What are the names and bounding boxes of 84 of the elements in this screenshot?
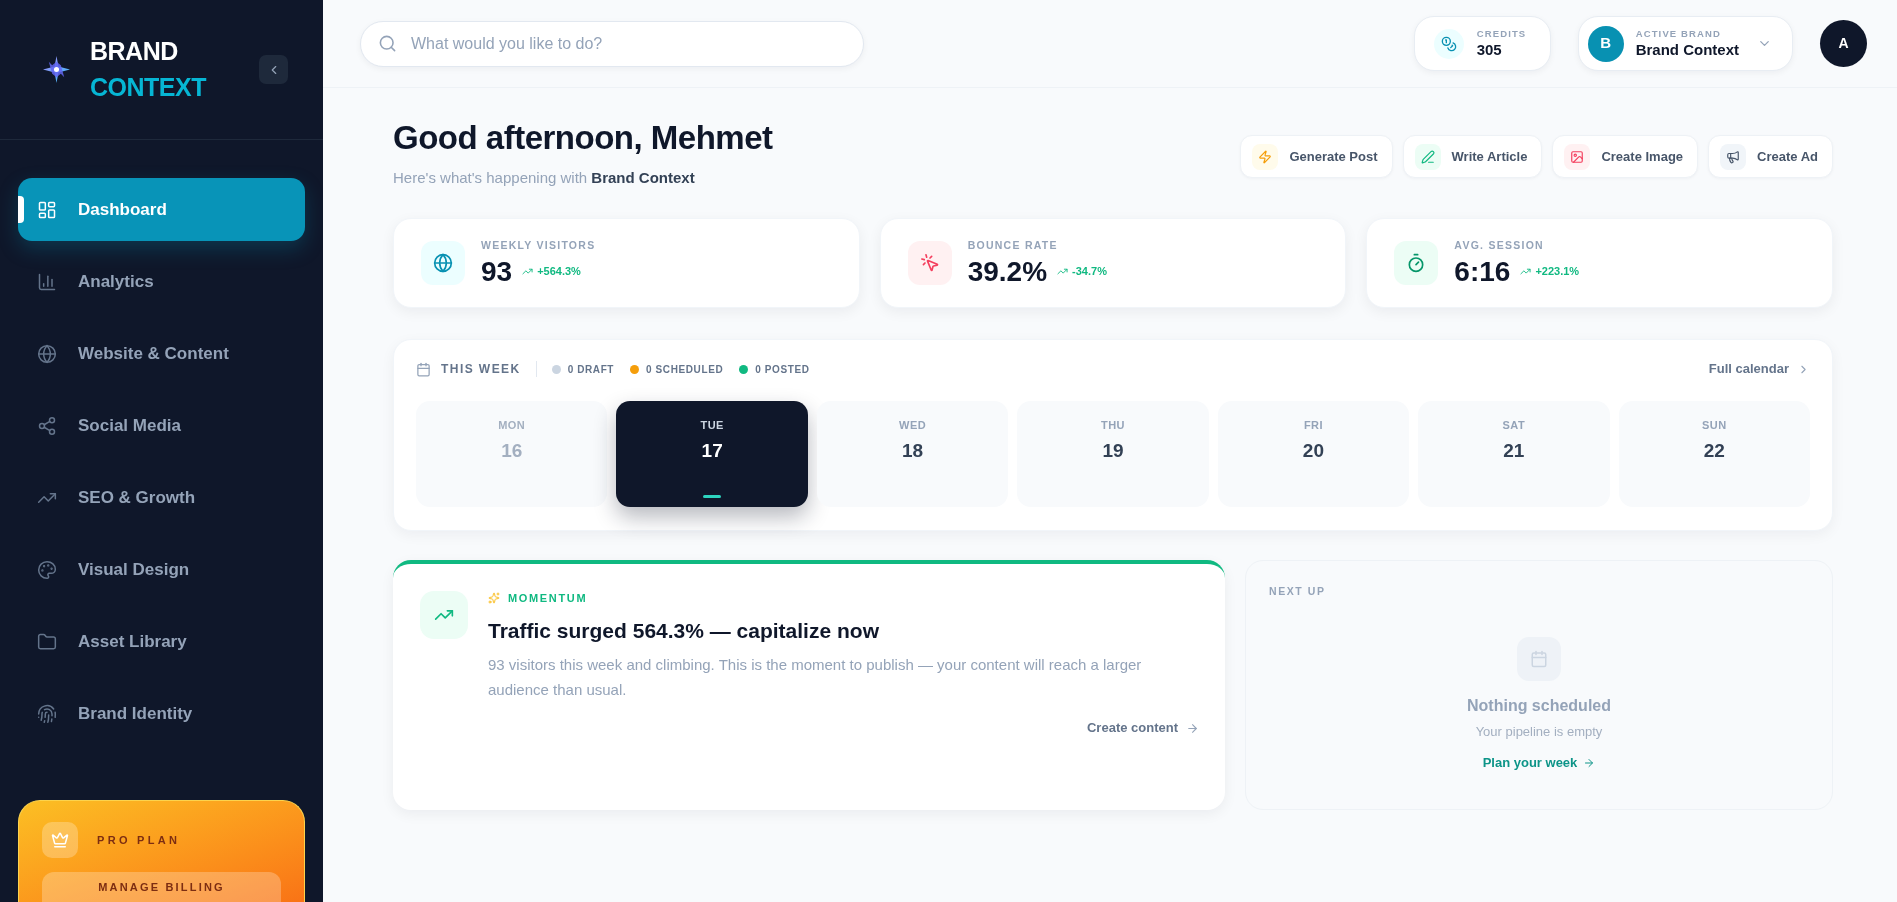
day-tile[interactable]: SAT 21 bbox=[1418, 401, 1610, 507]
nav-item[interactable]: Social Media bbox=[18, 394, 305, 457]
stat-label: BOUNCE RATE bbox=[967, 238, 1059, 252]
trend-up-icon bbox=[1520, 266, 1532, 277]
create-content-link[interactable]: Create content bbox=[1086, 718, 1199, 738]
logo-text: BRAND bbox=[90, 39, 179, 64]
search-field[interactable]: What would you like to do? bbox=[360, 20, 864, 67]
fingerprint-icon bbox=[37, 703, 57, 724]
globe-icon bbox=[37, 343, 57, 364]
full-calendar-link[interactable]: Full calendar bbox=[1708, 359, 1810, 379]
greeting-subtitle: Here's what's happening with Brand Context bbox=[393, 168, 696, 188]
calendar-icon bbox=[1517, 637, 1561, 681]
folder-icon bbox=[37, 631, 57, 652]
brand-initial: B bbox=[1587, 25, 1624, 62]
manage-billing-button[interactable]: MANAGE BILLING bbox=[42, 872, 281, 902]
stat-label: WEEKLY VISITORS bbox=[481, 238, 596, 252]
active-marker-icon bbox=[18, 196, 24, 223]
share-icon bbox=[37, 415, 57, 436]
grid-icon bbox=[37, 199, 57, 220]
nav-item[interactable]: Visual Design bbox=[18, 538, 305, 601]
stat-change: -34.7% bbox=[1072, 264, 1107, 280]
sparkle-logo-icon bbox=[43, 56, 70, 83]
brand-name: Brand Context bbox=[1635, 40, 1739, 60]
quick-action-button[interactable]: Create Ad bbox=[1708, 135, 1833, 178]
nav-item[interactable]: Analytics bbox=[18, 250, 305, 313]
lightning-icon bbox=[1252, 143, 1279, 170]
plan-label: PRO PLAN bbox=[97, 832, 181, 848]
pointer-click-icon bbox=[907, 241, 952, 285]
globe-icon bbox=[421, 241, 465, 285]
trend-up-icon bbox=[1057, 266, 1069, 277]
quick-action-button[interactable]: Create Image bbox=[1552, 135, 1699, 178]
palette-icon bbox=[37, 559, 57, 580]
nav-item[interactable]: Brand Identity bbox=[18, 682, 305, 745]
stat-value: 39.2% bbox=[967, 255, 1048, 288]
day-tile[interactable]: WED 18 bbox=[816, 401, 1009, 507]
stat-change: +564.3% bbox=[537, 264, 581, 280]
user-avatar[interactable]: A bbox=[1820, 20, 1867, 67]
day-tile[interactable]: SUN 22 bbox=[1618, 401, 1810, 507]
brand-selector[interactable]: B ACTIVE BRAND Brand Context bbox=[1577, 16, 1793, 71]
collapse-button[interactable] bbox=[259, 55, 288, 84]
legend-label: 0 POSTED bbox=[755, 362, 810, 377]
quick-action-button[interactable]: Generate Post bbox=[1240, 135, 1393, 178]
trend-up-icon bbox=[522, 266, 534, 277]
image-icon bbox=[1564, 143, 1591, 170]
legend-label: 0 SCHEDULED bbox=[646, 362, 724, 377]
trend-up-icon bbox=[420, 591, 468, 639]
nav-item[interactable]: Dashboard bbox=[18, 178, 305, 241]
pen-icon bbox=[1414, 143, 1441, 170]
momentum-text: 93 visitors this week and climbing. This is the moment to publish — your content will reach a larger audience than usual. bbox=[488, 655, 1143, 700]
week-title: THIS WEEK bbox=[441, 361, 521, 378]
logo-text: CONTEXT bbox=[90, 75, 206, 100]
sparkle-icon bbox=[488, 592, 500, 604]
today-marker-icon bbox=[703, 495, 722, 498]
legend-label: 0 DRAFT bbox=[567, 362, 615, 377]
momentum-title: Traffic surged 564.3% — capitalize now bbox=[488, 618, 880, 644]
empty-state-title: Nothing scheduled bbox=[1467, 696, 1611, 716]
brand-label: ACTIVE BRAND bbox=[1635, 27, 1722, 40]
day-tile[interactable]: FRI 20 bbox=[1217, 401, 1410, 507]
stat-value: 6:16 bbox=[1454, 255, 1511, 288]
quick-action-button[interactable]: Write Article bbox=[1402, 135, 1543, 178]
arrow-right-icon bbox=[1186, 721, 1199, 735]
search-icon bbox=[378, 33, 397, 53]
bar-chart-icon bbox=[37, 271, 57, 292]
credits-value: 305 bbox=[1476, 40, 1503, 60]
nav-item[interactable]: Website & Content bbox=[18, 322, 305, 385]
coins-icon bbox=[1433, 28, 1464, 59]
calendar-icon bbox=[416, 361, 431, 377]
stat-change: +223.1% bbox=[1535, 264, 1580, 280]
plan-week-link[interactable]: Plan your week bbox=[1482, 754, 1596, 772]
next-up-title: NEXT UP bbox=[1269, 584, 1327, 598]
day-tile[interactable]: THU 19 bbox=[1017, 401, 1209, 507]
arrow-right-icon bbox=[1583, 757, 1596, 769]
nav-item[interactable]: Asset Library bbox=[18, 610, 305, 673]
stopwatch-icon bbox=[1394, 241, 1439, 285]
day-tile[interactable]: TUE 17 bbox=[616, 401, 808, 507]
empty-state-text: Your pipeline is empty bbox=[1475, 723, 1603, 741]
stat-value: 93 bbox=[481, 255, 513, 288]
stat-label: AVG. SESSION bbox=[1454, 238, 1545, 252]
credits-label: CREDITS bbox=[1476, 27, 1527, 40]
crown-icon bbox=[42, 822, 78, 858]
nav-item[interactable]: SEO & Growth bbox=[18, 466, 305, 529]
megaphone-icon bbox=[1720, 143, 1747, 170]
greeting-title: Good afternoon, Mehmet bbox=[393, 118, 773, 158]
momentum-tag: MOMENTUM bbox=[508, 589, 588, 607]
